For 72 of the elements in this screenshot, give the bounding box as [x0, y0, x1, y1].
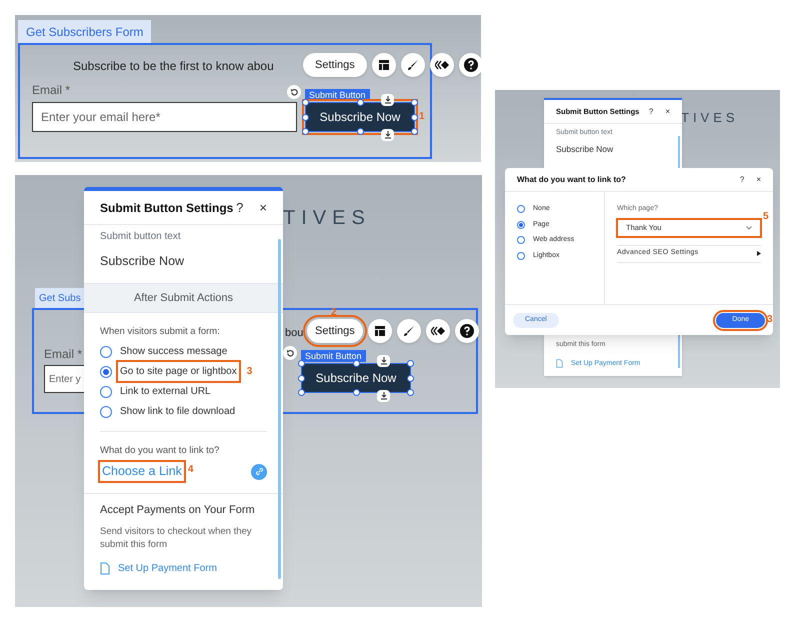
subscribe-button[interactable]: Subscribe Now	[305, 102, 415, 132]
option-label: Show success message	[120, 345, 228, 359]
element-tag: Submit Button	[301, 350, 366, 362]
form-tab[interactable]: Get Subscribers Form	[18, 20, 152, 43]
brush-icon[interactable]	[400, 53, 425, 77]
choose-link[interactable]: Choose a Link	[100, 462, 184, 481]
form-tab[interactable]: Get Subs	[35, 288, 84, 308]
resize-handle[interactable]	[353, 389, 360, 396]
dialog-title: What do you want to link to?	[517, 174, 626, 186]
option-label: Show link to file download	[120, 405, 236, 419]
site-title: TIVES	[681, 109, 739, 127]
document-icon	[100, 562, 110, 574]
radio-button[interactable]	[517, 220, 525, 229]
button-text-field[interactable]: Subscribe Now	[556, 142, 670, 156]
step-number: 3	[246, 365, 252, 379]
subscribe-button[interactable]: Subscribe Now	[301, 363, 411, 393]
field-label: Submit button text	[100, 230, 182, 244]
form-heading: bou	[285, 326, 304, 341]
section-title: Accept Payments on Your Form	[100, 503, 256, 518]
rotate-icon[interactable]	[287, 85, 301, 99]
description-text: Send visitors to checkout when they submit this form	[100, 524, 253, 550]
layout-icon[interactable]	[368, 319, 392, 343]
stretch-icon[interactable]	[377, 390, 390, 402]
brush-icon[interactable]	[396, 319, 421, 343]
help-icon[interactable]	[454, 319, 479, 343]
settings-button[interactable]: Settings	[303, 53, 367, 77]
field-label: Email *	[32, 82, 70, 99]
help-button[interactable]: ?	[740, 174, 744, 186]
email-field[interactable]: Enter your email here*	[32, 102, 297, 132]
chevron-icon	[746, 226, 752, 230]
arrow-icon	[757, 251, 761, 256]
radio-button[interactable]	[100, 386, 112, 398]
resize-handle[interactable]	[407, 360, 414, 367]
link-icon[interactable]	[251, 464, 267, 480]
field-label: Email *	[44, 346, 82, 363]
rotate-icon[interactable]	[283, 346, 297, 360]
settings-button[interactable]: Settings	[307, 319, 363, 343]
question-text: When visitors submit a form:	[100, 324, 221, 339]
resize-handle[interactable]	[298, 360, 305, 367]
step-number: 5	[763, 210, 769, 224]
step-number: 2	[331, 306, 337, 320]
step-number: 1	[419, 110, 425, 124]
question-text: What do you want to link to?	[100, 444, 220, 458]
radio-button[interactable]	[517, 252, 525, 260]
radio-button[interactable]	[100, 366, 112, 378]
site-title: TIVES	[283, 206, 371, 231]
help-button[interactable]: ?	[236, 198, 244, 218]
stretch-icon[interactable]	[377, 355, 390, 367]
email-field[interactable]: Enter y	[44, 365, 84, 393]
stretch-icon[interactable]	[381, 94, 394, 106]
layout-icon[interactable]	[372, 53, 396, 77]
help-button[interactable]: ?	[648, 106, 654, 118]
radio-button[interactable]	[100, 346, 112, 358]
option-label: Link to external URL	[120, 385, 211, 399]
close-button[interactable]: ×	[756, 174, 761, 186]
radio-button[interactable]	[517, 205, 525, 214]
close-button[interactable]: ×	[665, 106, 670, 118]
help-icon[interactable]	[458, 53, 481, 77]
step-number: 3	[767, 313, 773, 327]
panel-title: Submit Button Settings	[100, 200, 234, 216]
animation-icon[interactable]	[426, 319, 450, 343]
radio-button[interactable]	[517, 236, 525, 244]
button-text-field[interactable]: Subscribe Now	[100, 252, 267, 271]
radio-button[interactable]	[100, 406, 112, 418]
step-number: 4	[188, 463, 194, 478]
animation-icon[interactable]	[430, 53, 454, 77]
section-header: After Submit Actions	[84, 282, 283, 313]
payment-link[interactable]: Set Up Payment Form	[118, 560, 217, 576]
stretch-icon[interactable]	[381, 129, 394, 141]
form-heading: Subscribe to be the first to know abou	[73, 58, 274, 75]
document-icon	[556, 359, 563, 368]
close-button[interactable]: ×	[259, 198, 267, 218]
